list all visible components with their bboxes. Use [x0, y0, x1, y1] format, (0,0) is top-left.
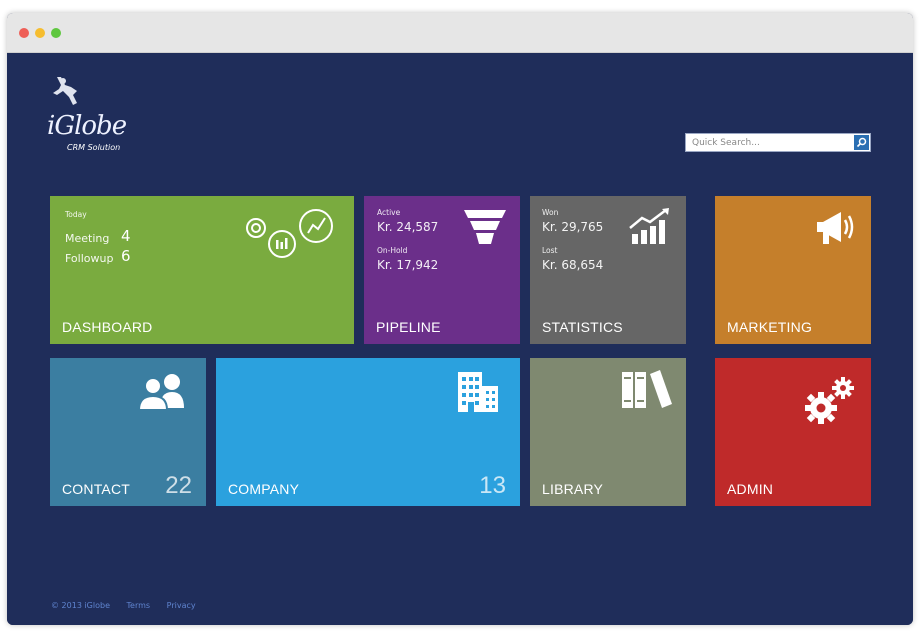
gears-icon [805, 377, 854, 424]
footer-privacy-link[interactable]: Privacy [167, 601, 196, 610]
logo-wordmark: iGlobe [47, 111, 127, 141]
dashboard-tile[interactable]: Today Meeting 4 Followup 6 DASHBOARD [50, 196, 354, 344]
maximize-window-button[interactable] [51, 28, 61, 38]
onhold-label: On-Hold [377, 246, 408, 255]
dashboard-label: DASHBOARD [62, 319, 153, 335]
company-count: 13 [479, 472, 506, 499]
dashboard-charts-icon [246, 209, 333, 258]
crm-app: iGlobe CRM Solution Today Meeting 4 Foll… [7, 53, 913, 625]
building-icon [458, 372, 498, 412]
meeting-label: Meeting [65, 232, 110, 245]
marketing-tile[interactable]: MARKETING [715, 196, 871, 344]
iglobe-logo[interactable]: iGlobe CRM Solution [47, 75, 157, 155]
logo-figure-icon [53, 77, 77, 105]
marketing-label: MARKETING [727, 319, 813, 335]
minimize-window-button[interactable] [35, 28, 45, 38]
library-tile[interactable]: LIBRARY [530, 358, 686, 506]
people-icon [137, 374, 184, 411]
search-icon [856, 137, 867, 148]
footer-copyright: © 2013 iGlobe [51, 601, 110, 610]
active-value: Kr. 24,587 [377, 220, 439, 234]
contact-tile[interactable]: CONTACT 22 [50, 358, 206, 506]
statistics-label: STATISTICS [542, 319, 623, 335]
company-label: COMPANY [228, 481, 300, 497]
megaphone-icon [817, 212, 854, 244]
statistics-tile[interactable]: Won Kr. 29,765 Lost Kr. 68,654 STATISTIC… [530, 196, 686, 344]
logo-tagline: CRM Solution [67, 143, 121, 152]
won-value: Kr. 29,765 [542, 220, 604, 234]
footer: © 2013 iGlobe Terms Privacy [51, 601, 210, 610]
search-button[interactable] [854, 135, 869, 150]
lost-label: Lost [542, 246, 558, 255]
close-window-button[interactable] [19, 28, 29, 38]
quick-search-input[interactable] [686, 134, 852, 151]
funnel-icon [464, 210, 506, 244]
pipeline-label: PIPELINE [376, 319, 441, 335]
admin-tile[interactable]: ADMIN [715, 358, 871, 506]
quick-search [685, 133, 871, 152]
today-label: Today [65, 210, 87, 219]
won-label: Won [542, 208, 559, 217]
followup-label: Followup [65, 252, 114, 265]
followup-count: 6 [121, 247, 131, 265]
contact-count: 22 [165, 472, 192, 499]
company-tile[interactable]: COMPANY 13 [216, 358, 520, 506]
onhold-value: Kr. 17,942 [377, 258, 439, 272]
browser-window: iGlobe CRM Solution Today Meeting 4 Foll… [7, 13, 913, 625]
footer-terms-link[interactable]: Terms [127, 601, 151, 610]
admin-label: ADMIN [727, 481, 774, 497]
books-icon [622, 370, 672, 408]
lost-value: Kr. 68,654 [542, 258, 604, 272]
meeting-count: 4 [121, 227, 131, 245]
active-label: Active [377, 208, 401, 217]
pipeline-tile[interactable]: Active Kr. 24,587 On-Hold Kr. 17,942 PIP… [364, 196, 520, 344]
growth-chart-icon [629, 208, 669, 244]
window-titlebar [7, 13, 913, 53]
contact-label: CONTACT [62, 481, 131, 497]
library-label: LIBRARY [542, 481, 604, 497]
